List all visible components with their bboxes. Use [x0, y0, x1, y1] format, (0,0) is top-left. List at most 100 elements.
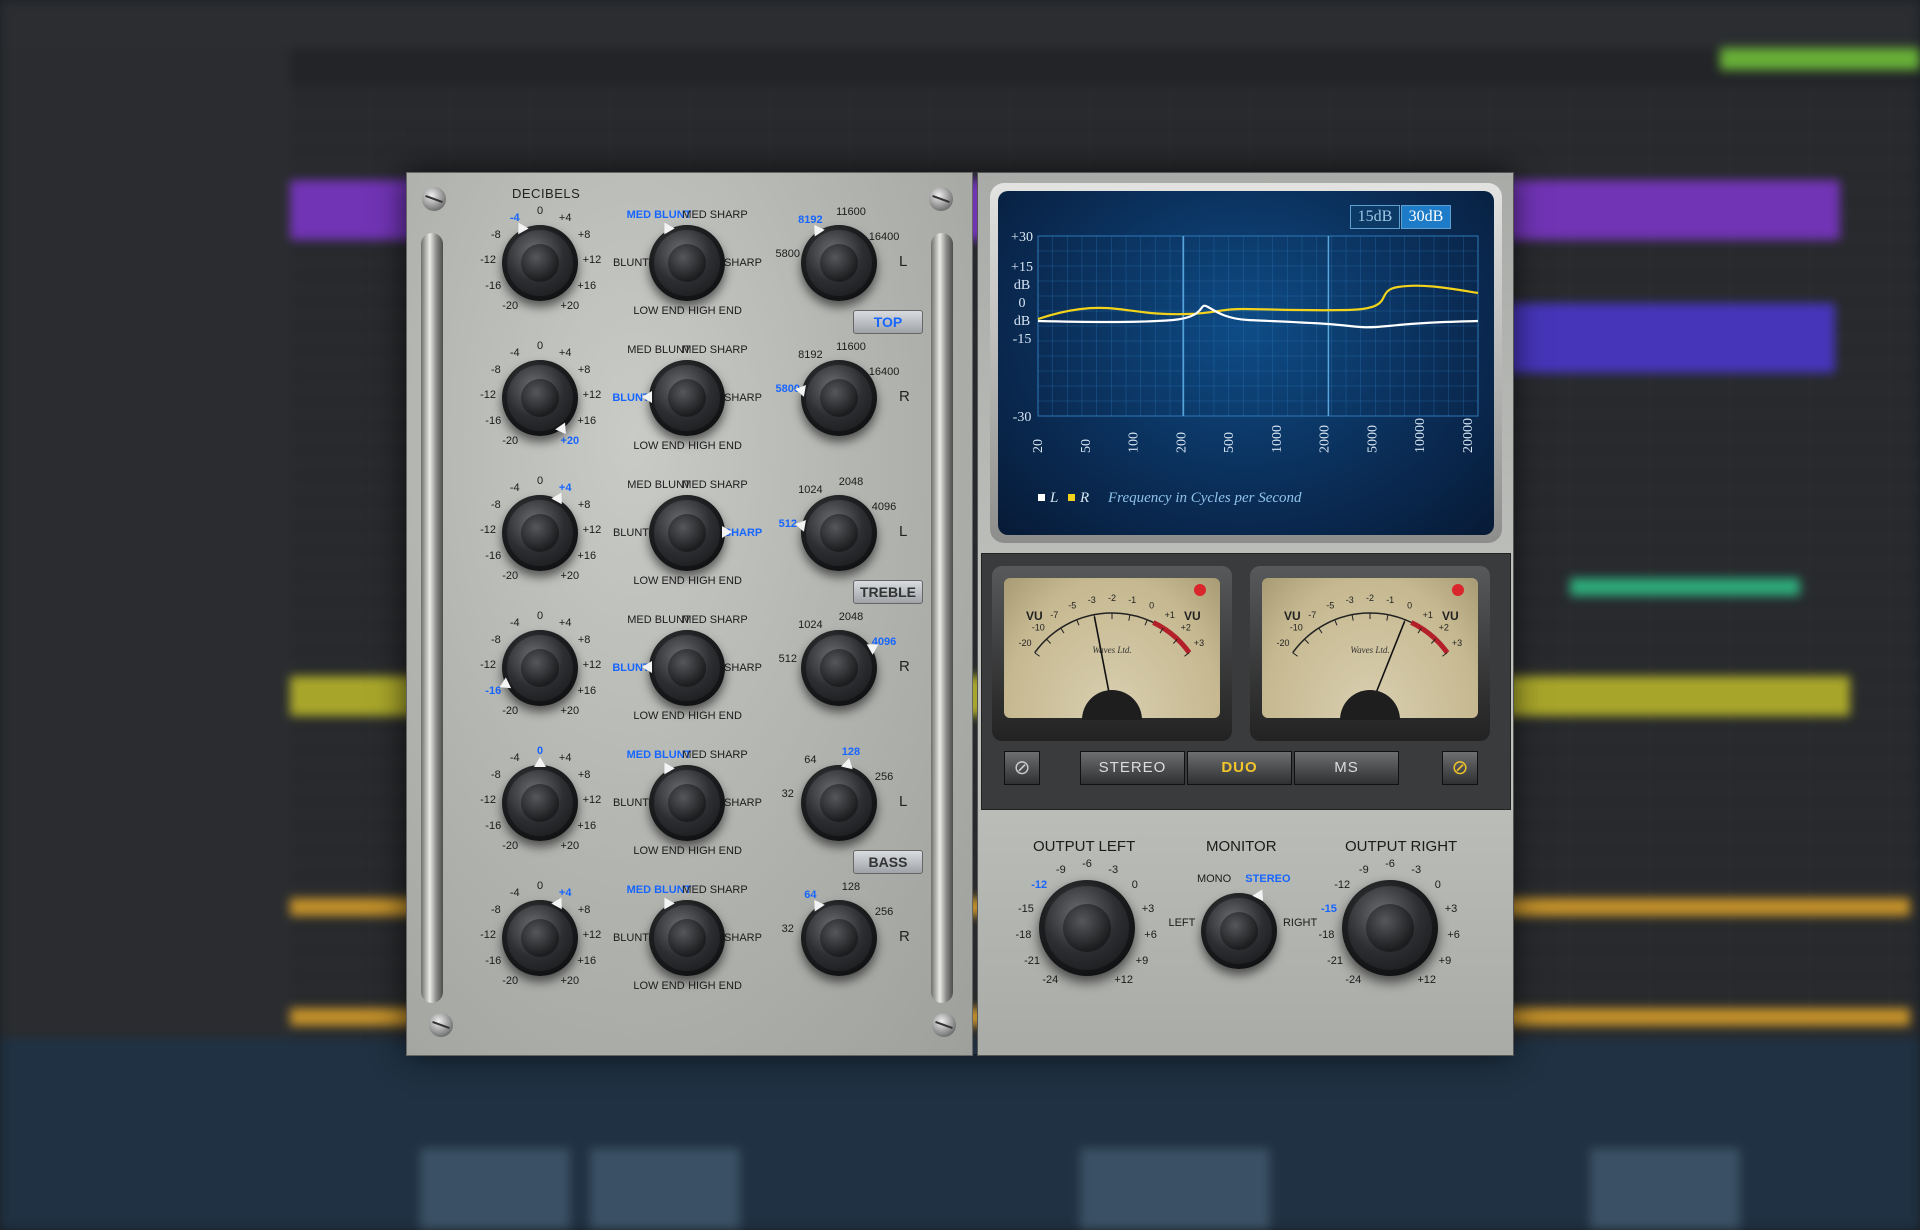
- q-scale-label: MED SHARP: [682, 748, 748, 761]
- q-scale-label: LOW END: [633, 305, 685, 318]
- gain-knob[interactable]: [496, 630, 578, 706]
- gain-scale-label: +4: [558, 751, 572, 764]
- knob-pointer: [1252, 887, 1268, 902]
- gain-scale-label: -8: [491, 499, 501, 512]
- q-scale-label: SHARP: [724, 257, 762, 269]
- freq-knob[interactable]: [801, 630, 881, 706]
- gain-scale-label: +20: [560, 434, 580, 447]
- q-scale-label: HIGH END: [688, 305, 742, 318]
- q-knob[interactable]: [649, 895, 725, 976]
- output-right-knob[interactable]: [1342, 880, 1438, 976]
- q-scale-label: MED SHARP: [682, 478, 748, 491]
- freq-scale-label: 128: [841, 881, 861, 894]
- vu-tick: [1034, 652, 1040, 657]
- channel-label: R: [899, 658, 910, 675]
- q-scale-label: SHARP: [724, 392, 762, 404]
- q-scale-label: MED BLUNT: [627, 613, 691, 626]
- eq-plugin-window: DECIBELS -20 -16 -12 -8 -4 0 +4 +8 +12 +16 +20 LOW …: [406, 172, 1514, 1056]
- gain-scale-label: +4: [558, 346, 572, 359]
- eq-graph-frame: +30 +15 dB 0 dB -15 -30 20 50 100 200 500 1000 2000 50…: [990, 183, 1502, 543]
- q-knob[interactable]: [642, 360, 725, 436]
- output-scale-label: 0: [1131, 879, 1138, 892]
- gain-knob[interactable]: [502, 489, 578, 571]
- freq-knob[interactable]: [801, 221, 877, 301]
- q-knob[interactable]: [642, 630, 725, 706]
- gain-scale-label: 0: [536, 340, 544, 352]
- gain-scale-label: -20: [502, 704, 519, 717]
- output-scale-label: +3: [1444, 902, 1458, 915]
- vu-tick: [1144, 619, 1148, 626]
- daw-track-list: [0, 48, 290, 1038]
- monitor-knob[interactable]: [1201, 887, 1277, 969]
- freq-scale-label: 1024: [798, 618, 823, 631]
- knob-pointer: [659, 220, 675, 235]
- output-scale-label: +9: [1135, 954, 1149, 967]
- mode-stereo-button[interactable]: STEREO: [1080, 751, 1185, 785]
- daw-mixer-pad: [590, 1148, 740, 1230]
- freq-scale-label: 2048: [838, 476, 864, 489]
- mode-duo-button[interactable]: DUO: [1187, 751, 1292, 785]
- vu-meter-left: -20 -10 -7 -5 -3 -2 -1 0 +1 +2 +3 VU VU Waves Ltd.: [992, 566, 1232, 741]
- vu-tick: [1386, 614, 1389, 621]
- band-treble-button[interactable]: TREBLE: [853, 580, 923, 604]
- freq-scale-label: 1024: [798, 483, 823, 496]
- freq-knob[interactable]: [801, 756, 877, 841]
- output-scale-label: -24: [1042, 974, 1059, 987]
- gain-knob[interactable]: [502, 894, 578, 976]
- vu-scale-label: -2: [1108, 593, 1116, 603]
- output-scale-label: +12: [1114, 974, 1134, 987]
- q-knob[interactable]: [649, 495, 732, 571]
- range-30db-button[interactable]: 30dB: [1401, 205, 1451, 229]
- graph-caption: Frequency in Cycles per Second: [1107, 490, 1302, 506]
- output-scale-label: -9: [1055, 863, 1066, 876]
- channel-label: R: [899, 388, 910, 405]
- vu-scale-label: +2: [1181, 622, 1191, 632]
- range-15db-button[interactable]: 15dB: [1350, 205, 1400, 229]
- channel-label: R: [899, 928, 910, 945]
- q-scale-label: LOW END: [633, 980, 685, 993]
- power-icon[interactable]: ⊘: [1442, 751, 1478, 785]
- output-left-knob[interactable]: [1039, 880, 1135, 976]
- vu-face: -20 -10 -7 -5 -3 -2 -1 0 +1 +2 +3 VU VU Waves Ltd.: [1262, 578, 1478, 720]
- output-scale-label: -21: [1024, 954, 1040, 967]
- gain-scale-label: -12: [480, 794, 497, 807]
- gain-knob[interactable]: [502, 219, 578, 301]
- output-scale-label: -15: [1321, 902, 1337, 915]
- band-bass-button[interactable]: BASS: [853, 850, 923, 874]
- graph-db-label: -30: [1013, 410, 1032, 425]
- gain-scale-label: +8: [577, 364, 591, 377]
- mode-ms-button[interactable]: MS: [1294, 751, 1399, 785]
- gain-knob[interactable]: [502, 360, 578, 438]
- decibels-label: DECIBELS: [512, 186, 581, 201]
- output-scale-label: +3: [1141, 902, 1155, 915]
- daw-clip: [1495, 303, 1835, 373]
- monitor-option-label: LEFT: [1168, 916, 1196, 929]
- vu-tick: [1076, 619, 1080, 626]
- q-scale-label: MED SHARP: [682, 613, 748, 626]
- vu-scale-label: -7: [1308, 610, 1316, 620]
- output-right-label: OUTPUT RIGHT: [1345, 838, 1458, 855]
- gain-scale-label: 0: [536, 205, 544, 217]
- graph-db-label: dB: [1014, 314, 1030, 329]
- vu-tick: [1046, 638, 1052, 644]
- freq-knob[interactable]: [801, 896, 877, 976]
- gain-knob[interactable]: [502, 757, 578, 841]
- graph-freq-label: 200: [1174, 432, 1189, 453]
- gain-scale-label: -8: [491, 229, 501, 242]
- freq-scale-label: 16400: [868, 231, 900, 243]
- freq-knob[interactable]: [793, 360, 877, 436]
- gain-scale-label: -12: [480, 659, 497, 672]
- band-top-button[interactable]: TOP: [853, 310, 923, 334]
- gain-scale-label: -8: [491, 769, 501, 782]
- gain-scale-label: -8: [491, 364, 501, 377]
- output-scale-label: -6: [1082, 858, 1092, 870]
- gain-scale-label: -12: [480, 254, 497, 267]
- gain-scale-label: +16: [577, 819, 597, 832]
- gain-scale-label: +4: [558, 616, 572, 629]
- q-knob[interactable]: [649, 220, 725, 301]
- gain-scale-label: +12: [582, 794, 602, 807]
- power-icon[interactable]: ⊘: [1004, 751, 1040, 785]
- freq-knob[interactable]: [793, 495, 877, 571]
- q-knob[interactable]: [649, 760, 725, 841]
- output-scale-label: -18: [1318, 929, 1335, 942]
